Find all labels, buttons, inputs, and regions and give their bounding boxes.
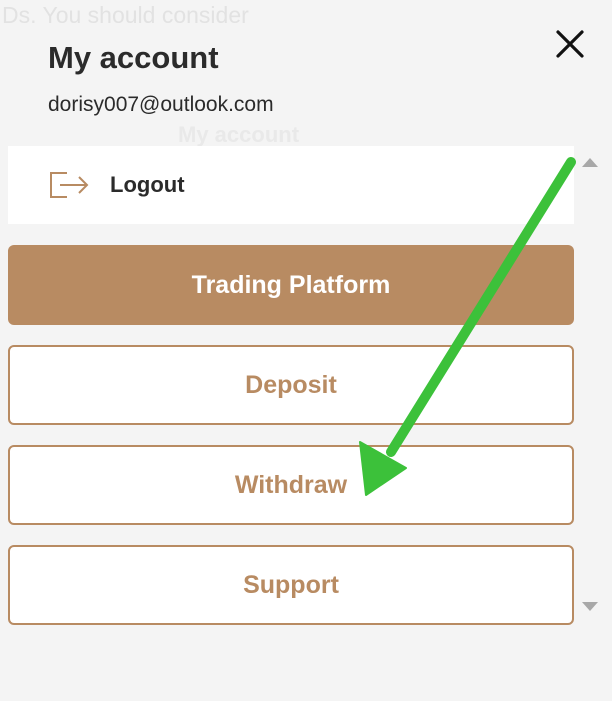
withdraw-button[interactable]: Withdraw — [8, 445, 574, 525]
close-button[interactable] — [552, 26, 588, 62]
trading-platform-button[interactable]: Trading Platform — [8, 245, 574, 325]
scroll-down-icon[interactable] — [582, 602, 598, 611]
vertical-scrollbar[interactable] — [580, 150, 602, 620]
logout-label: Logout — [110, 172, 185, 197]
deposit-button[interactable]: Deposit — [8, 345, 574, 425]
account-panel: My account dorisy007@outlook.com Logout … — [0, 0, 612, 701]
close-icon — [556, 30, 584, 58]
page-title: My account — [48, 40, 219, 75]
account-header: My account dorisy007@outlook.com — [0, 0, 612, 140]
logout-icon — [50, 172, 89, 198]
scroll-up-icon[interactable] — [582, 158, 598, 167]
account-email: dorisy007@outlook.com — [48, 93, 274, 116]
support-button[interactable]: Support — [8, 545, 574, 625]
logout-menu-item[interactable]: Logout — [8, 146, 574, 224]
